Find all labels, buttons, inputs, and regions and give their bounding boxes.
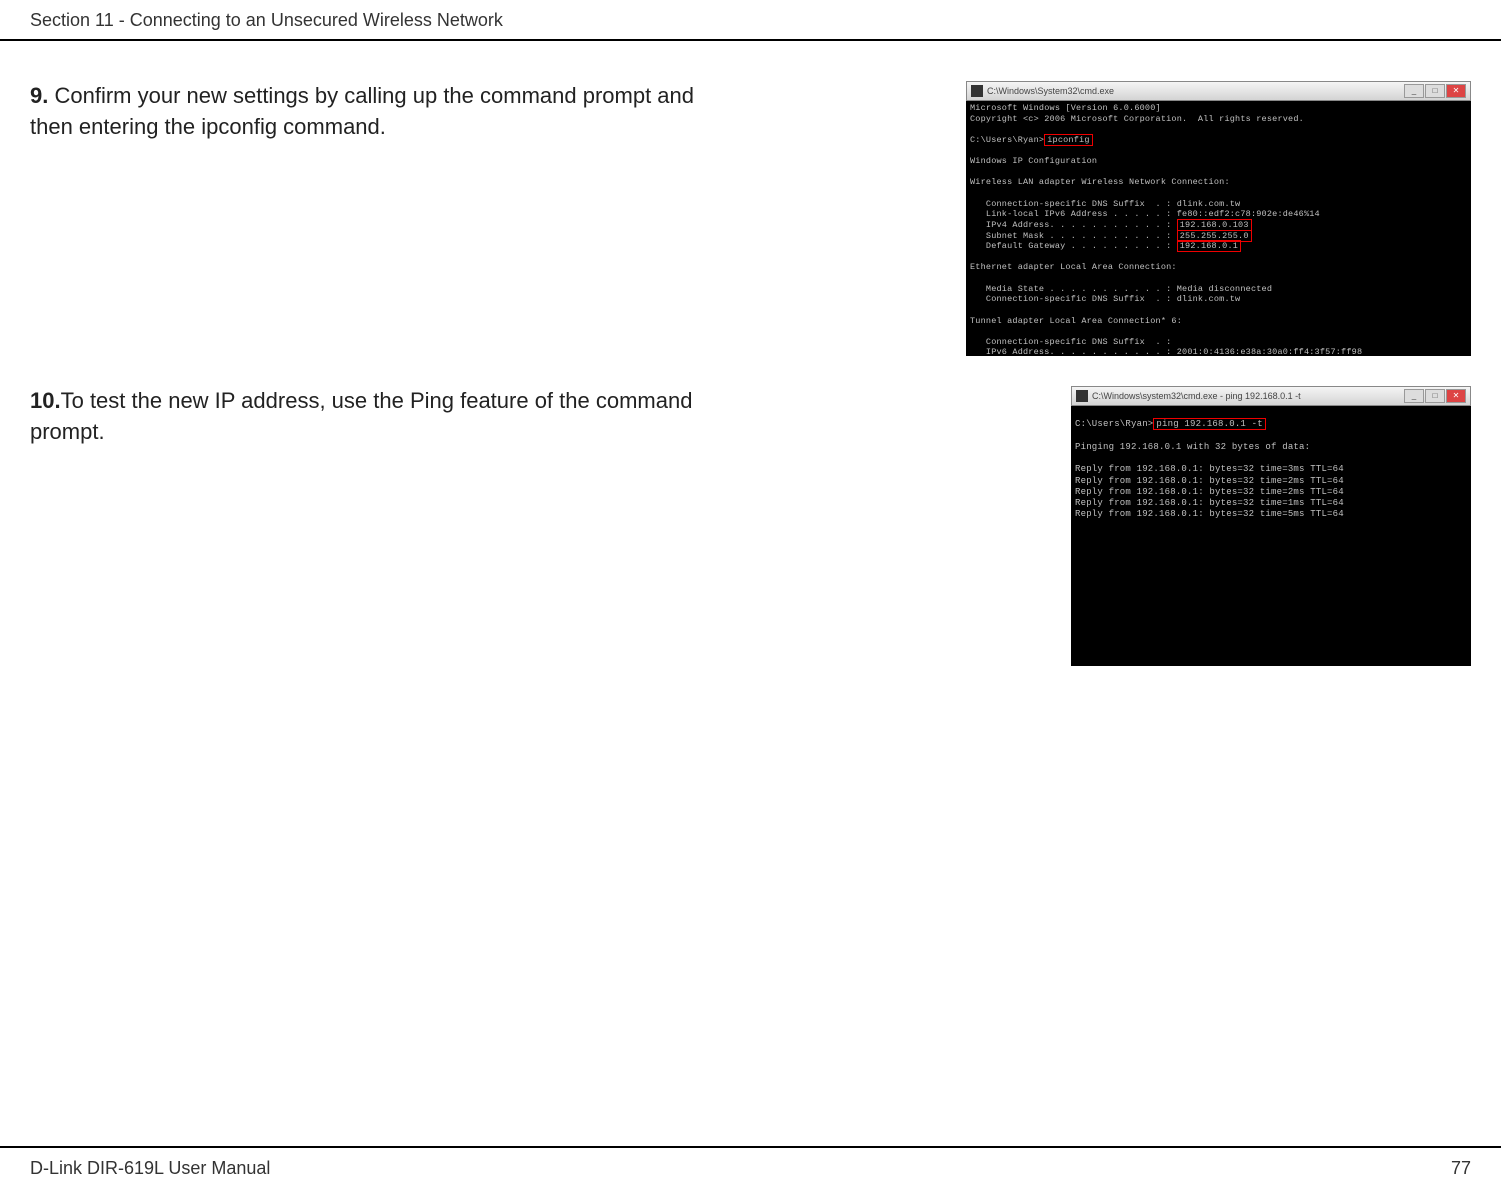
ipconfig-highlight: ipconfig bbox=[1044, 134, 1092, 146]
cmd-line: Windows IP Configuration bbox=[970, 156, 1097, 166]
step-10-text: 10.To test the new IP address, use the P… bbox=[30, 386, 710, 666]
gateway-highlight: 192.168.0.1 bbox=[1177, 240, 1241, 252]
step-9-text: 9. Confirm your new settings by calling … bbox=[30, 81, 710, 356]
minimize-button[interactable]: _ bbox=[1404, 84, 1424, 98]
cmd-line: Reply from 192.168.0.1: bytes=32 time=1m… bbox=[1075, 498, 1344, 508]
cmd-line: Reply from 192.168.0.1: bytes=32 time=2m… bbox=[1075, 476, 1344, 486]
cmd-line: Media State . . . . . . . . . . . : Medi… bbox=[970, 284, 1272, 294]
section-header: Section 11 - Connecting to an Unsecured … bbox=[0, 0, 1501, 39]
cmd-titlebar: C:\Windows\system32\cmd.exe - ping 192.1… bbox=[1071, 386, 1471, 406]
cmd-line: Microsoft Windows [Version 6.0.6000] bbox=[970, 103, 1161, 113]
cmd-line: Connection-specific DNS Suffix . : dlink… bbox=[970, 199, 1240, 209]
cmd-prompt: C:\Users\Ryan> bbox=[970, 135, 1044, 145]
cmd-title-text: C:\Windows\system32\cmd.exe - ping 192.1… bbox=[1092, 391, 1301, 401]
close-button[interactable]: ✕ bbox=[1446, 389, 1466, 403]
cmd-line: Reply from 192.168.0.1: bytes=32 time=2m… bbox=[1075, 487, 1344, 497]
step-10-body: To test the new IP address, use the Ping… bbox=[30, 388, 692, 444]
step-9-number: 9. bbox=[30, 83, 48, 108]
cmd-output: Microsoft Windows [Version 6.0.6000] Cop… bbox=[966, 101, 1471, 360]
step-9-body: Confirm your new settings by calling up … bbox=[30, 83, 694, 139]
cmd-output: C:\Users\Ryan>ping 192.168.0.1 -t Pingin… bbox=[1071, 406, 1471, 523]
page-number: 77 bbox=[1451, 1158, 1471, 1179]
cmd-line: Subnet Mask . . . . . . . . . . . : bbox=[970, 231, 1177, 241]
cmd-line: Copyright <c> 2006 Microsoft Corporation… bbox=[970, 114, 1304, 124]
minimize-button[interactable]: _ bbox=[1404, 389, 1424, 403]
cmd-prompt: C:\Users\Ryan> bbox=[1075, 419, 1153, 429]
cmd-line: Reply from 192.168.0.1: bytes=32 time=5m… bbox=[1075, 509, 1344, 519]
cmd-line: Ethernet adapter Local Area Connection: bbox=[970, 262, 1177, 272]
step-9: 9. Confirm your new settings by calling … bbox=[30, 81, 1471, 356]
cmd-title-text: C:\Windows\System32\cmd.exe bbox=[987, 86, 1114, 96]
cmd-line: IPv4 Address. . . . . . . . . . . : bbox=[970, 220, 1177, 230]
maximize-button[interactable]: □ bbox=[1425, 84, 1445, 98]
cmd-line: Default Gateway . . . . . . . . . : bbox=[970, 241, 1177, 251]
cmd-line: Connection-specific DNS Suffix . : bbox=[970, 337, 1171, 347]
page-footer: D-Link DIR-619L User Manual 77 bbox=[0, 1146, 1501, 1193]
cmd-line: fe80::edf2:c78:902e:de46%14 bbox=[1177, 209, 1320, 219]
cmd-titlebar: C:\Windows\System32\cmd.exe _ □ ✕ bbox=[966, 81, 1471, 101]
cmd-line: Connection-specific DNS Suffix . : dlink… bbox=[970, 294, 1240, 304]
cmd-line: Link-local IPv6 Address . . . . . : bbox=[970, 209, 1177, 219]
page-content: 9. Confirm your new settings by calling … bbox=[0, 81, 1501, 666]
cmd-line: IPv6 Address. . . . . . . . . . . : 2001… bbox=[970, 347, 1362, 357]
window-buttons: _ □ ✕ bbox=[1404, 84, 1466, 98]
maximize-button[interactable]: □ bbox=[1425, 389, 1445, 403]
step-10-number: 10. bbox=[30, 388, 61, 413]
cmd-window-ipconfig: C:\Windows\System32\cmd.exe _ □ ✕ Micros… bbox=[966, 81, 1471, 356]
cmd-line: Pinging 192.168.0.1 with 32 bytes of dat… bbox=[1075, 442, 1310, 452]
footer-divider bbox=[0, 1146, 1501, 1148]
cmd-line: Wireless LAN adapter Wireless Network Co… bbox=[970, 177, 1230, 187]
cmd-line: Reply from 192.168.0.1: bytes=32 time=3m… bbox=[1075, 464, 1344, 474]
cmd-icon bbox=[1076, 390, 1088, 402]
ping-highlight: ping 192.168.0.1 -t bbox=[1153, 418, 1265, 430]
cmd-window-ping: C:\Windows\system32\cmd.exe - ping 192.1… bbox=[1071, 386, 1471, 666]
close-button[interactable]: ✕ bbox=[1446, 84, 1466, 98]
window-buttons: _ □ ✕ bbox=[1404, 389, 1466, 403]
cmd-line: Tunnel adapter Local Area Connection* 6: bbox=[970, 316, 1182, 326]
header-divider bbox=[0, 39, 1501, 41]
step-10: 10.To test the new IP address, use the P… bbox=[30, 386, 1471, 666]
manual-name: D-Link DIR-619L User Manual bbox=[30, 1158, 270, 1179]
cmd-icon bbox=[971, 85, 983, 97]
